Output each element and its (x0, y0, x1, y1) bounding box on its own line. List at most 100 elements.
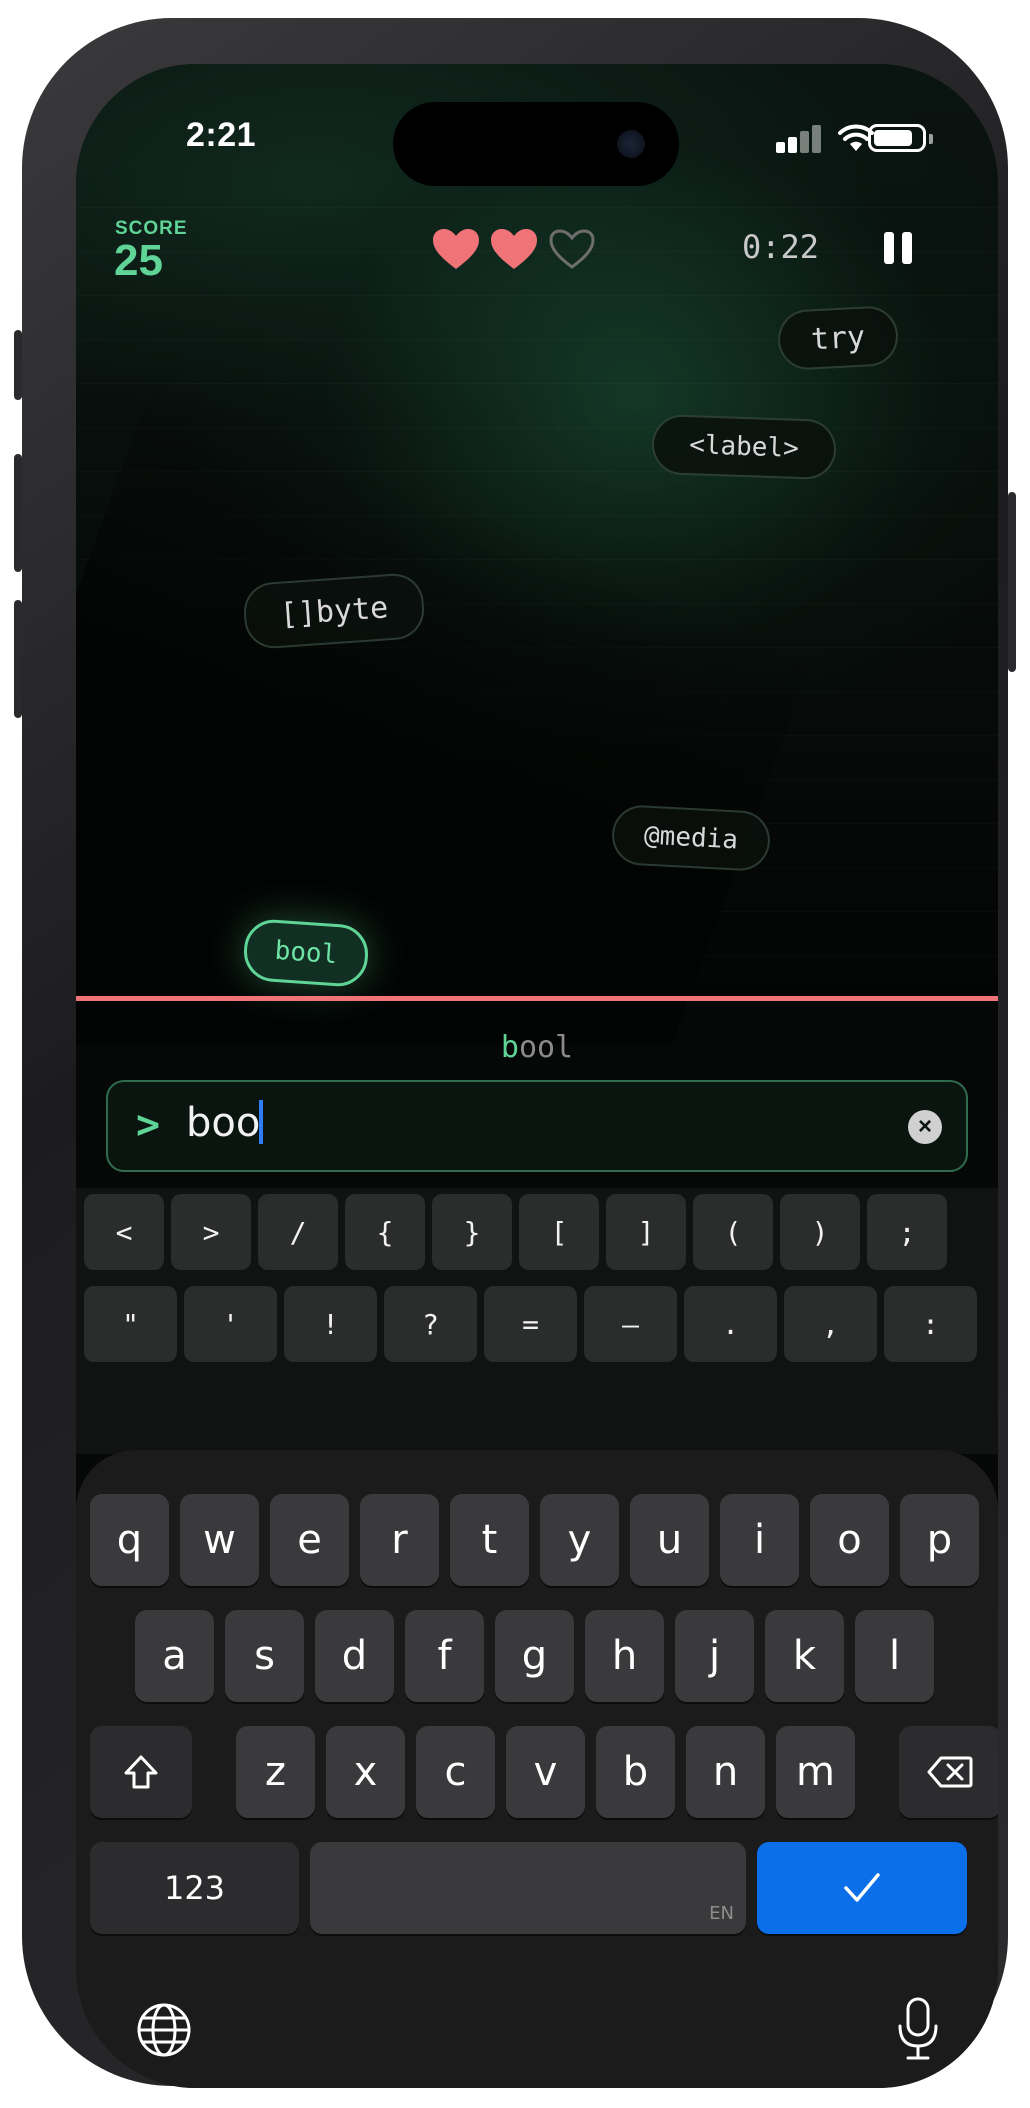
answer-input-value[interactable]: boo (186, 1100, 264, 1146)
key-v[interactable]: v (506, 1726, 585, 1818)
screen: 2:21 SCORE 25 0:22 try <label> []byte @m… (76, 64, 998, 2088)
key-p[interactable]: p (900, 1494, 979, 1586)
key-q[interactable]: q (90, 1494, 169, 1586)
game-timer: 0:22 (742, 228, 820, 266)
key-x[interactable]: x (326, 1726, 405, 1818)
symbol-key[interactable]: < (84, 1194, 164, 1270)
power-button (1008, 492, 1016, 672)
clear-icon[interactable]: × (908, 1110, 942, 1144)
falling-word-try: try (776, 304, 900, 372)
symbol-key[interactable]: ) (780, 1194, 860, 1270)
numbers-key[interactable]: 123 (90, 1842, 299, 1934)
microphone-icon[interactable] (894, 1996, 942, 2062)
volume-down-button (14, 600, 22, 718)
volume-up-button (14, 454, 22, 572)
symbol-key[interactable]: ; (867, 1194, 947, 1270)
key-l[interactable]: l (855, 1610, 934, 1702)
symbol-key[interactable]: > (171, 1194, 251, 1270)
symbol-key[interactable]: } (432, 1194, 512, 1270)
key-n[interactable]: n (686, 1726, 765, 1818)
keyboard-row-2: a s d f g h j k l (135, 1610, 934, 1702)
key-y[interactable]: y (540, 1494, 619, 1586)
globe-icon[interactable] (134, 2000, 194, 2060)
heart-empty-icon (549, 229, 595, 269)
key-g[interactable]: g (495, 1610, 574, 1702)
symbol-key[interactable]: ! (284, 1286, 377, 1362)
status-time: 2:21 (186, 116, 257, 154)
key-m[interactable]: m (776, 1726, 855, 1818)
front-camera-icon (617, 130, 645, 158)
return-key[interactable] (757, 1842, 967, 1934)
delete-key[interactable] (899, 1726, 998, 1818)
falling-word-label: <label> (651, 413, 837, 481)
keyboard-row-3: z x c v b n m (90, 1726, 998, 1818)
symbol-row-2: " ' ! ? = – . , : (84, 1286, 977, 1362)
game-area: 2:21 SCORE 25 0:22 try <label> []byte @m… (76, 64, 998, 1044)
space-language-label: EN (709, 1903, 734, 1924)
symbol-bar: < > / { } [ ] ( ) ; " ' ! ? = – . , : (76, 1188, 998, 1454)
key-f[interactable]: f (405, 1610, 484, 1702)
lives-hearts (430, 226, 598, 272)
key-j[interactable]: j (675, 1610, 754, 1702)
key-w[interactable]: w (180, 1494, 259, 1586)
heart-full-icon (433, 229, 479, 269)
symbol-key[interactable]: : (884, 1286, 977, 1362)
phone-frame: 2:21 SCORE 25 0:22 try <label> []byte @m… (14, 18, 1016, 2088)
key-z[interactable]: z (236, 1726, 315, 1818)
falling-word-media: @media (610, 803, 772, 873)
symbol-key[interactable]: ] (606, 1194, 686, 1270)
key-h[interactable]: h (585, 1610, 664, 1702)
typed-text: boo (186, 1100, 261, 1146)
checkmark-icon (844, 1873, 880, 1902)
symbol-key[interactable]: , (784, 1286, 877, 1362)
key-t[interactable]: t (450, 1494, 529, 1586)
target-matched: b (500, 1030, 519, 1065)
key-u[interactable]: u (630, 1494, 709, 1586)
space-key[interactable]: EN (310, 1842, 746, 1934)
pause-button[interactable] (880, 226, 920, 266)
heart-full-icon (491, 229, 537, 269)
key-c[interactable]: c (416, 1726, 495, 1818)
symbol-key[interactable]: . (684, 1286, 777, 1362)
falling-word-byte: []byte (241, 571, 427, 651)
symbol-key[interactable]: ( (693, 1194, 773, 1270)
symbol-key[interactable]: ' (184, 1286, 277, 1362)
symbol-key[interactable]: = (484, 1286, 577, 1362)
score-value: 25 (114, 236, 163, 285)
symbol-key[interactable]: [ (519, 1194, 599, 1270)
key-d[interactable]: d (315, 1610, 394, 1702)
battery-nub (929, 134, 933, 144)
symbol-key[interactable]: ? (384, 1286, 477, 1362)
key-r[interactable]: r (360, 1494, 439, 1586)
symbol-row-1: < > / { } [ ] ( ) ; (84, 1194, 947, 1270)
danger-line (76, 996, 998, 1001)
key-o[interactable]: o (810, 1494, 889, 1586)
keyboard-row-4: 123 EN (90, 1842, 967, 1934)
target-word: bool (76, 1030, 998, 1065)
delete-icon (927, 1756, 973, 1788)
keyboard-spacer (203, 1726, 225, 1818)
key-b[interactable]: b (596, 1726, 675, 1818)
key-i[interactable]: i (720, 1494, 799, 1586)
key-k[interactable]: k (765, 1610, 844, 1702)
key-e[interactable]: e (270, 1494, 349, 1586)
text-caret (259, 1100, 264, 1144)
target-remaining: ool (518, 1030, 574, 1065)
answer-input[interactable]: > boo × (106, 1080, 968, 1172)
key-a[interactable]: a (135, 1610, 214, 1702)
shift-key[interactable] (90, 1726, 192, 1818)
falling-word-bool-active: bool (241, 917, 371, 989)
key-s[interactable]: s (225, 1610, 304, 1702)
symbol-key[interactable]: " (84, 1286, 177, 1362)
action-button (14, 330, 22, 400)
keyboard-spacer (866, 1726, 888, 1818)
prompt-chevron-icon: > (136, 1102, 161, 1148)
symbol-key[interactable]: – (584, 1286, 677, 1362)
symbol-key[interactable]: / (258, 1194, 338, 1270)
battery-icon (868, 124, 926, 152)
dynamic-island (393, 102, 679, 186)
keyboard-row-1: q w e r t y u i o p (90, 1494, 979, 1586)
ios-keyboard: q w e r t y u i o p a s d f g h j k l z … (76, 1450, 998, 2088)
shift-icon (124, 1755, 158, 1789)
symbol-key[interactable]: { (345, 1194, 425, 1270)
